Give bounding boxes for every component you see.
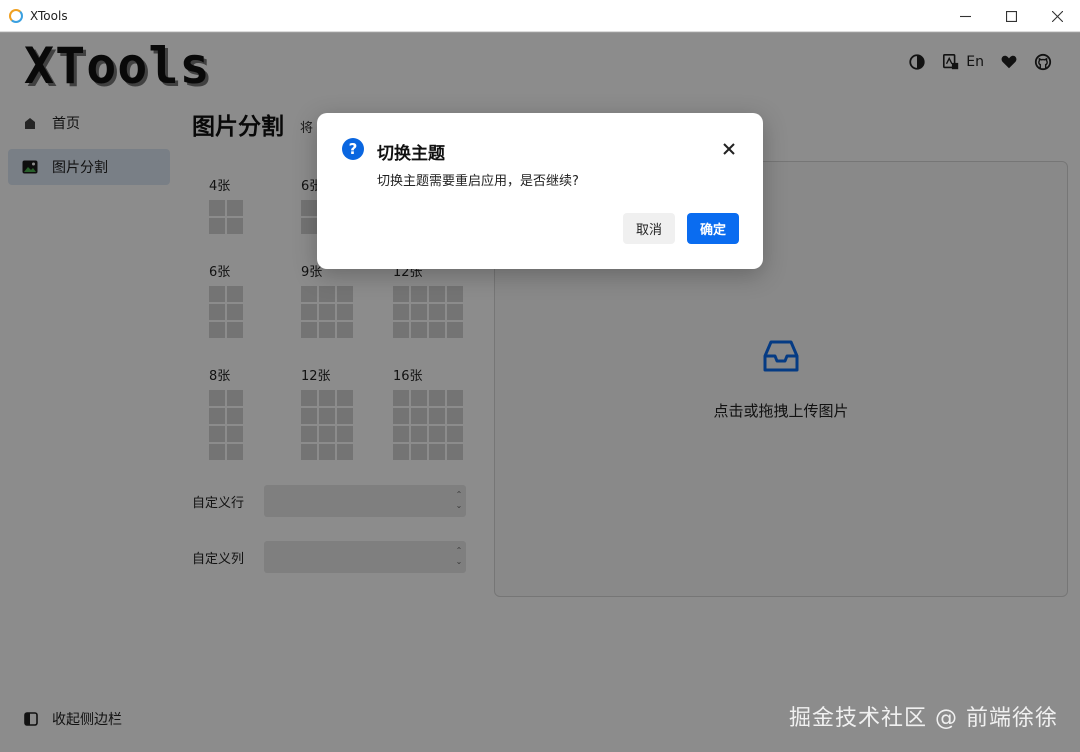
minimize-button[interactable] xyxy=(942,0,988,32)
dialog-title: 切换主题 xyxy=(377,144,445,164)
window-title: XTools xyxy=(30,8,68,23)
minimize-icon xyxy=(959,15,971,17)
window-controls xyxy=(942,0,1080,32)
confirm-dialog: ? 切换主题 切换主题需要重启应用，是否继续? 取消 确定 xyxy=(317,113,763,269)
watermark: 掘金技术社区 @ 前端徐徐 xyxy=(789,706,1058,731)
close-icon[interactable] xyxy=(721,141,737,157)
window-titlebar: XTools xyxy=(0,0,1080,32)
dialog-message: 切换主题需要重启应用，是否继续? xyxy=(377,174,579,189)
cancel-button[interactable]: 取消 xyxy=(623,213,675,244)
maximize-icon xyxy=(1005,10,1017,22)
close-icon xyxy=(1051,10,1063,22)
question-icon: ? xyxy=(342,138,364,160)
app-icon xyxy=(9,8,23,23)
confirm-button[interactable]: 确定 xyxy=(687,213,739,244)
close-window-button[interactable] xyxy=(1034,0,1080,32)
maximize-button[interactable] xyxy=(988,0,1034,32)
